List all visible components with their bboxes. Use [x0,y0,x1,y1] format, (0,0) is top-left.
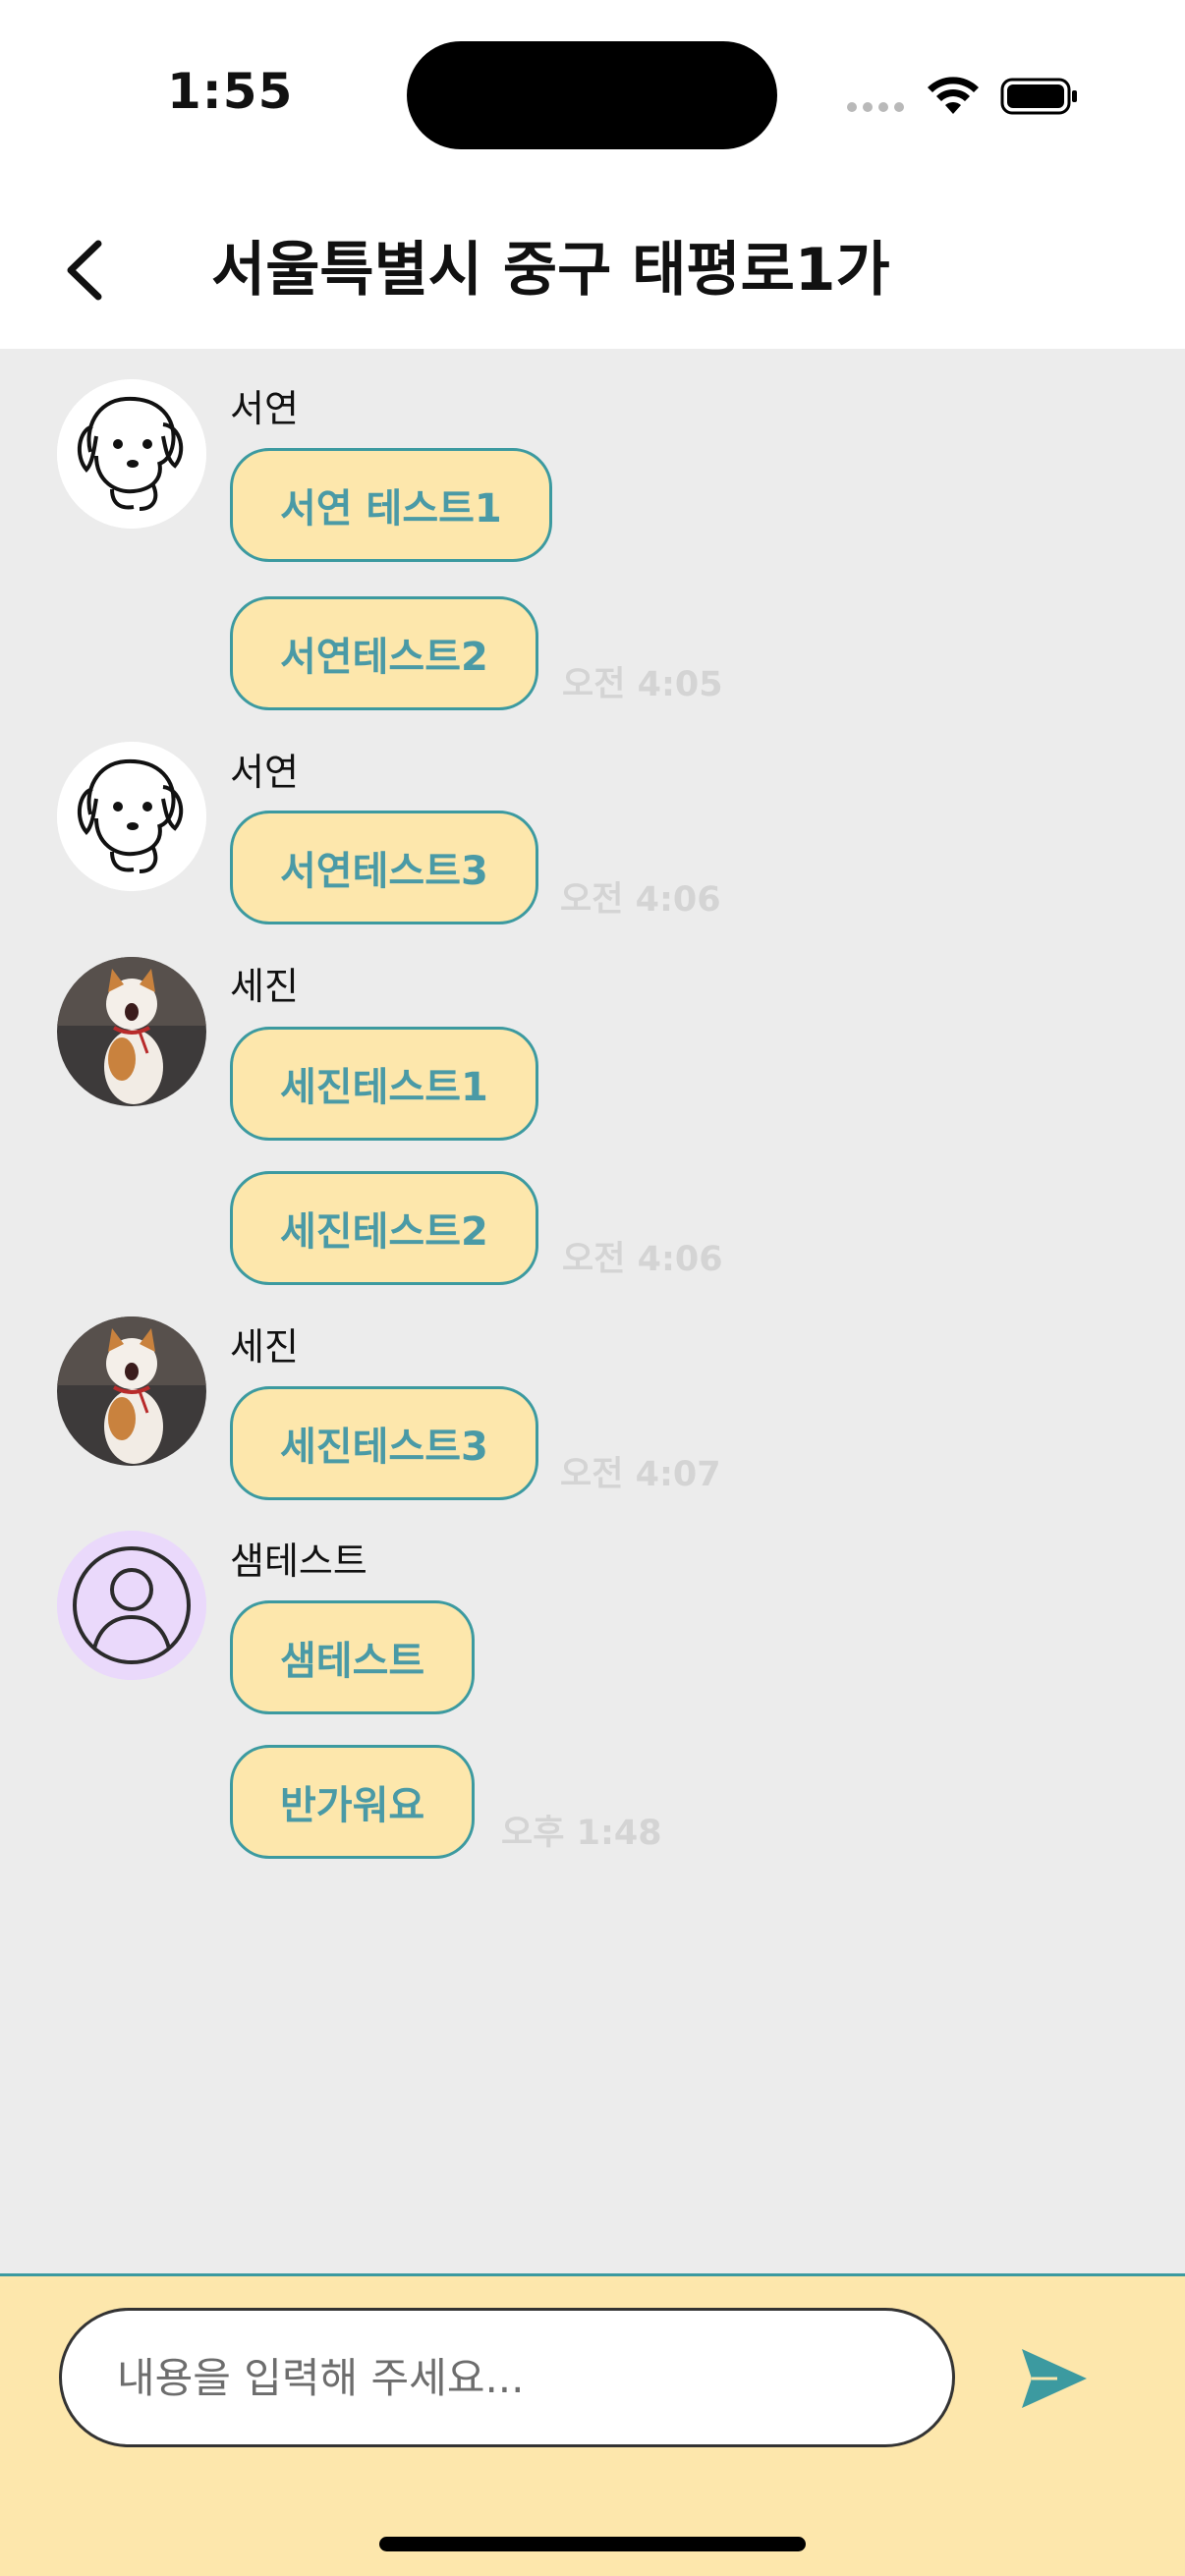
message-list[interactable]: 서연 서연 테스트1 서연테스트2 오전 4:05 서연 서연테스트3 오전 4… [0,349,1185,2274]
message-bubble[interactable]: 세진테스트3 [230,1386,538,1500]
avatar-cat[interactable] [57,957,206,1106]
message-bubble[interactable]: 세진테스트1 [230,1027,538,1141]
message-bubble[interactable]: 서연테스트2 [230,596,538,710]
message-timestamp: 오전 4:06 [560,880,721,920]
message-timestamp: 오전 4:07 [560,1455,721,1494]
message-bubble[interactable]: 샘테스트 [230,1600,476,1714]
avatar-cat[interactable] [57,1316,206,1466]
avatar-puppy[interactable] [57,379,206,529]
message-input-container[interactable] [59,2308,955,2447]
message-bubble[interactable]: 세진테스트2 [230,1171,538,1285]
puppy-drawing-icon [57,379,206,529]
status-bar: 1:55 [0,0,1185,187]
message-composer [0,2273,1185,2576]
wifi-icon [928,77,979,114]
home-indicator[interactable] [379,2537,806,2551]
cat-photo-icon [57,957,206,1106]
avatar-default-user[interactable] [57,1531,206,1680]
puppy-drawing-icon [57,742,206,891]
user-icon [57,1531,206,1680]
avatar-puppy[interactable] [57,742,206,891]
sender-name: 서연 [230,751,299,794]
message-input[interactable] [117,2353,903,2402]
message-timestamp: 오전 4:05 [562,665,723,704]
chevron-left-icon[interactable] [57,236,112,305]
sender-name: 세진 [230,1325,299,1369]
message-bubble[interactable]: 반가워요 [230,1745,476,1859]
message-bubble[interactable]: 서연 테스트1 [230,448,552,562]
message-bubble[interactable]: 서연테스트3 [230,811,538,924]
dynamic-island [407,41,777,149]
page-title: 서울특별시 중구 태평로1가 [211,236,890,305]
cat-photo-icon [57,1316,206,1466]
message-timestamp: 오후 1:48 [501,1814,662,1853]
battery-icon [1000,78,1077,115]
cellular-signal-icon [847,102,904,112]
sender-name: 세진 [230,965,299,1008]
sender-name: 샘테스트 [230,1540,367,1583]
sender-name: 서연 [230,387,299,430]
message-timestamp: 오전 4:06 [562,1240,723,1279]
send-icon[interactable] [1018,2345,1089,2412]
chat-header: 서울특별시 중구 태평로1가 [0,187,1185,349]
status-time: 1:55 [167,63,294,120]
